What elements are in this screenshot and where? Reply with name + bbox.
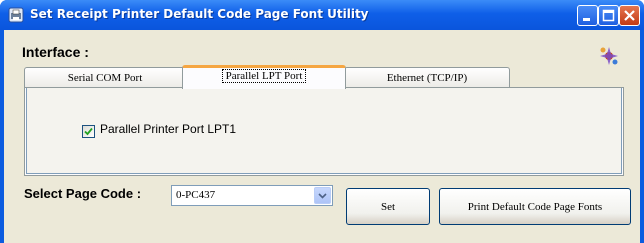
tab-label: Serial COM Port bbox=[67, 72, 143, 84]
set-button[interactable]: Set bbox=[346, 188, 430, 225]
set-button-label: Set bbox=[380, 200, 396, 213]
tab-panel-parallel: Parallel Printer Port LPT1 bbox=[24, 87, 624, 176]
minimize-button[interactable] bbox=[577, 5, 598, 26]
checkmark-icon bbox=[84, 127, 93, 136]
chevron-down-icon bbox=[318, 193, 327, 199]
dropdown-button[interactable] bbox=[314, 187, 331, 204]
page-code-value: 0-PC437 bbox=[176, 189, 216, 201]
tab-panel-content: Parallel Printer Port LPT1 bbox=[26, 88, 622, 174]
print-default-code-page-fonts-button[interactable]: Print Default Code Page Fonts bbox=[439, 188, 631, 225]
tab-serial-com-port[interactable]: Serial COM Port bbox=[24, 67, 186, 88]
interface-label: Interface : bbox=[22, 44, 89, 60]
tab-label: Parallel LPT Port bbox=[221, 69, 307, 83]
maximize-button[interactable] bbox=[598, 5, 619, 26]
printer-app-icon[interactable] bbox=[8, 7, 24, 23]
parallel-port-checkbox[interactable] bbox=[82, 125, 95, 138]
close-button[interactable] bbox=[619, 5, 640, 26]
client-area: Interface : Serial COM Port Parallel LPT… bbox=[4, 30, 640, 243]
parallel-port-checkbox-label[interactable]: Parallel Printer Port LPT1 bbox=[100, 122, 236, 136]
close-icon bbox=[624, 10, 635, 21]
page-code-select[interactable]: 0-PC437 bbox=[171, 185, 333, 206]
tab-parallel-lpt-port[interactable]: Parallel LPT Port bbox=[182, 65, 346, 89]
print-button-label: Print Default Code Page Fonts bbox=[467, 200, 603, 213]
tab-ethernet-tcp-ip[interactable]: Ethernet (TCP/IP) bbox=[344, 67, 510, 88]
window-title: Set Receipt Printer Default Code Page Fo… bbox=[30, 7, 369, 21]
tab-label: Ethernet (TCP/IP) bbox=[386, 72, 468, 84]
minimize-icon bbox=[583, 18, 590, 21]
puzzle-icon bbox=[599, 46, 619, 66]
maximize-icon bbox=[602, 9, 615, 22]
title-bar[interactable]: Set Receipt Printer Default Code Page Fo… bbox=[0, 0, 644, 30]
page-code-label: Select Page Code : bbox=[24, 186, 142, 201]
app-window: Set Receipt Printer Default Code Page Fo… bbox=[0, 0, 644, 243]
